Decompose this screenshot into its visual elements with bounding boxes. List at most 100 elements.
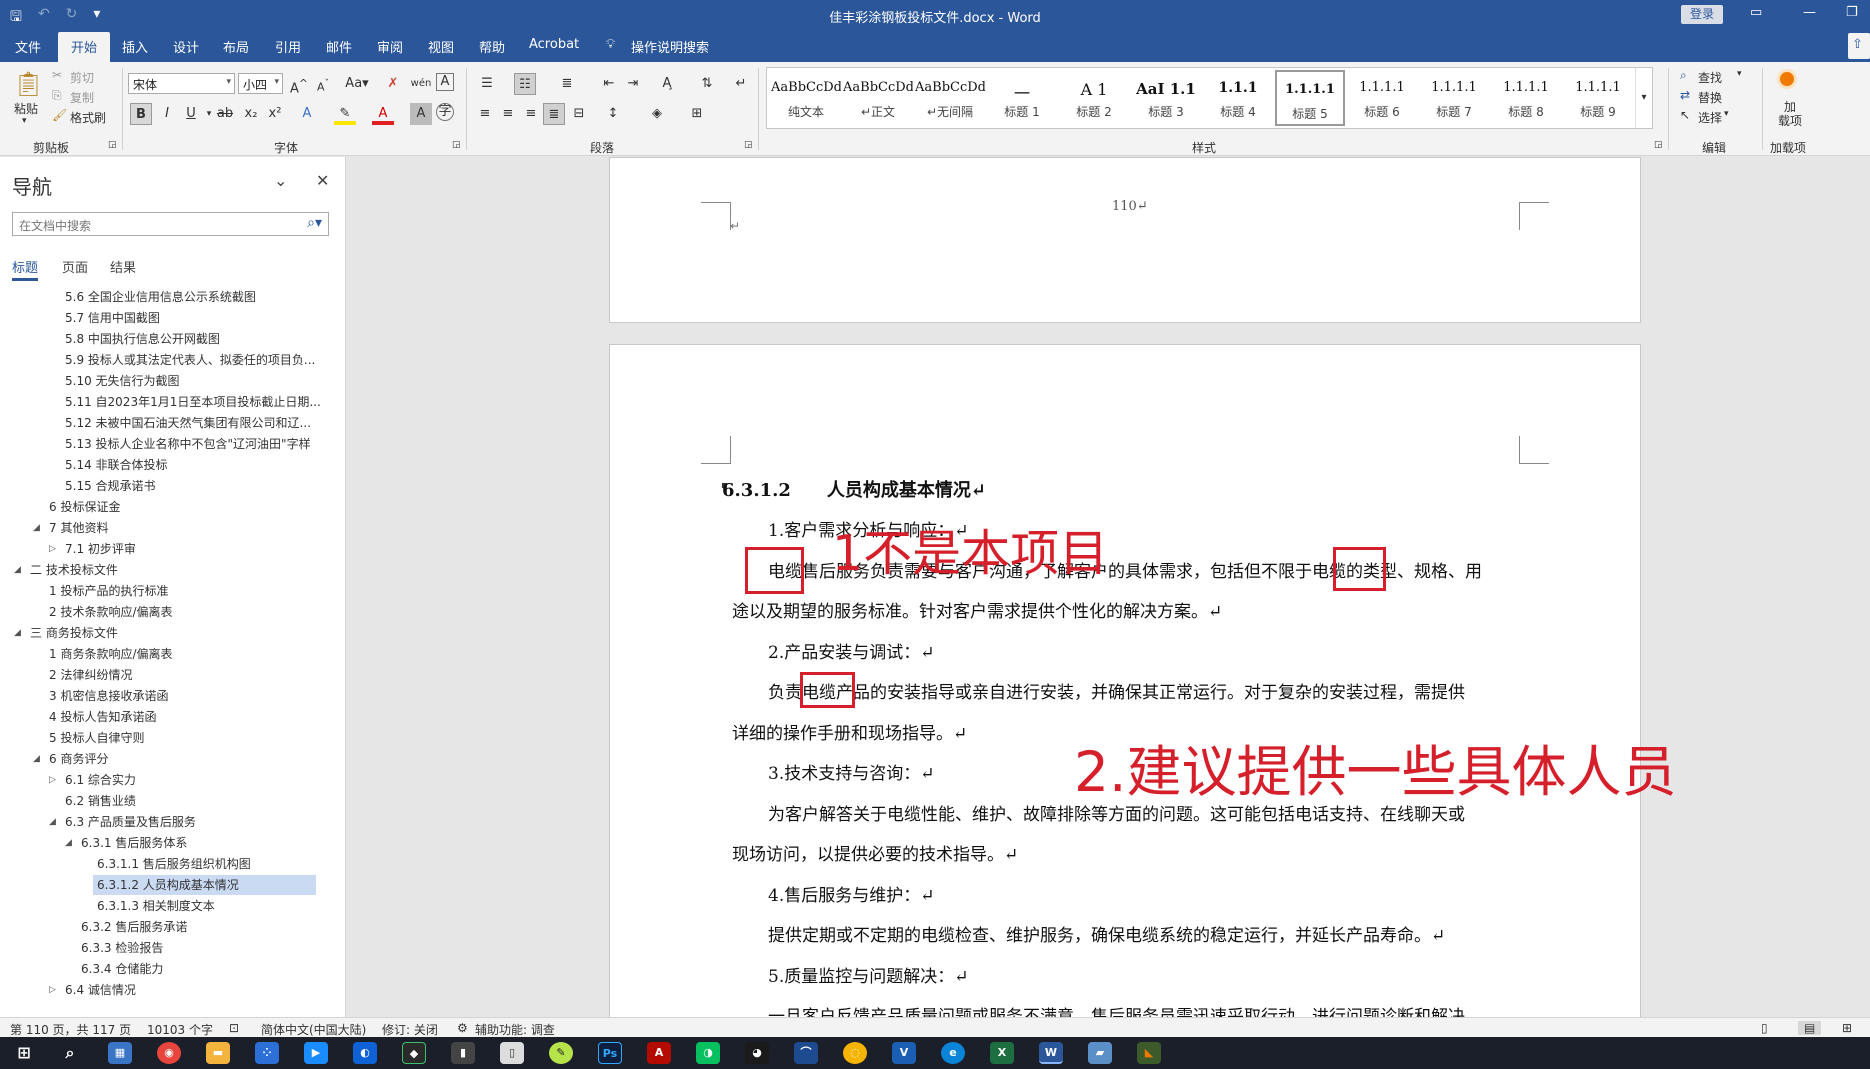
app-icon[interactable]: ◌: [843, 1042, 867, 1064]
nav-heading-item[interactable]: 5.13 投标人企业名称中不包含"辽河油田"字样: [65, 434, 330, 454]
tab-home[interactable]: 开始: [58, 32, 111, 62]
style-item[interactable]: 1.1.1.1 标题 8: [1491, 70, 1561, 126]
document-paragraph[interactable]: 途以及期望的服务标准。针对客户需求提供个性化的解决方案。↵: [732, 597, 1222, 622]
document-paragraph[interactable]: 2.产品安装与调试：↵: [768, 638, 934, 663]
addins-icon[interactable]: [1780, 72, 1794, 86]
status-language[interactable]: 简体中文(中国大陆): [261, 1021, 366, 1038]
app-icon[interactable]: ◣: [1137, 1042, 1161, 1064]
nav-tab-results[interactable]: 结果: [110, 257, 136, 276]
style-item-selected[interactable]: 1.1.1.1 标题 5: [1275, 70, 1345, 126]
nav-heading-item[interactable]: 6.2 销售业绩: [65, 791, 330, 811]
tab-acrobat[interactable]: Acrobat: [529, 37, 579, 52]
font-color-icon[interactable]: A: [372, 103, 394, 125]
print-layout-icon[interactable]: ▤: [1798, 1021, 1822, 1035]
tab-design[interactable]: 设计: [173, 37, 199, 56]
chinese-layout-icon[interactable]: A̧: [656, 73, 678, 95]
enclose-characters-icon[interactable]: 字: [436, 103, 454, 121]
word-icon[interactable]: W: [1039, 1042, 1063, 1064]
nav-heading-item[interactable]: 2 技术条款响应/偏离表: [49, 602, 330, 622]
excel-icon[interactable]: X: [990, 1042, 1014, 1064]
format-painter-icon[interactable]: 🖌︎: [52, 108, 67, 122]
font-size-combo[interactable]: 小四 ▾: [238, 73, 283, 94]
find-button[interactable]: 查找: [1698, 69, 1722, 86]
nav-heading-item[interactable]: 1 商务条款响应/偏离表: [49, 644, 330, 664]
character-shading-icon[interactable]: A: [410, 103, 432, 125]
web-layout-icon[interactable]: ⊞: [1842, 1021, 1852, 1035]
collapse-triangle-icon[interactable]: ◢: [14, 565, 21, 575]
nav-heading-item[interactable]: 5.8 中国执行信息公开网截图: [65, 329, 330, 349]
collapse-triangle-icon[interactable]: ◢: [33, 754, 40, 764]
paste-button[interactable]: 粘贴: [14, 100, 38, 117]
nav-heading-item[interactable]: 6.3.1 售后服务体系: [81, 833, 330, 853]
app-icon[interactable]: ▰: [1088, 1042, 1112, 1064]
chevron-down-icon[interactable]: ▾: [1737, 69, 1742, 79]
highlight-icon[interactable]: ✎: [334, 103, 356, 125]
grow-font-icon[interactable]: A^: [288, 73, 310, 96]
select-button[interactable]: 选择: [1698, 109, 1722, 126]
nav-heading-item[interactable]: 6 投标保证金: [49, 497, 330, 517]
nav-heading-item[interactable]: 5.15 合规承诺书: [65, 476, 330, 496]
collapse-triangle-icon[interactable]: ◢: [33, 523, 40, 533]
style-item[interactable]: AaBbCcDdI 纯文本: [771, 70, 841, 126]
align-left-icon[interactable]: ≡: [474, 103, 496, 125]
proofing-icon[interactable]: ⊡: [229, 1021, 239, 1035]
style-item[interactable]: 1.1.1.1 标题 9: [1563, 70, 1633, 126]
nav-heading-item[interactable]: 1 投标产品的执行标准: [49, 581, 330, 601]
app-icon[interactable]: V: [892, 1042, 916, 1064]
nav-heading-item[interactable]: 6.4 诚信情况: [65, 980, 330, 1000]
style-item[interactable]: 1.1.1 标题 4: [1203, 70, 1273, 126]
nav-heading-item[interactable]: 5.7 信用中国截图: [65, 308, 330, 328]
collapse-triangle-icon[interactable]: ◢: [49, 817, 56, 827]
edge-icon[interactable]: e: [941, 1042, 965, 1064]
collapse-triangle-icon[interactable]: ◢: [14, 628, 21, 638]
chevron-down-icon[interactable]: ⌄: [274, 171, 287, 190]
clipboard-launcher-icon[interactable]: ◲: [108, 140, 117, 150]
style-item[interactable]: 1.1.1.1 标题 6: [1347, 70, 1417, 126]
numbering-icon[interactable]: ☷: [514, 73, 536, 95]
search-icon[interactable]: ⌕: [58, 1042, 82, 1064]
subscript-icon[interactable]: x₂: [240, 103, 262, 125]
document-paragraph[interactable]: 现场访问，以提供必要的技术指导。↵: [732, 840, 1018, 865]
nav-heading-item[interactable]: 三 商务投标文件: [30, 623, 330, 643]
sort-icon[interactable]: ⇅: [696, 73, 718, 95]
tab-help[interactable]: 帮助: [479, 37, 505, 56]
collapse-triangle-icon[interactable]: ◢: [65, 838, 72, 848]
app-icon[interactable]: ⌒: [794, 1042, 818, 1064]
tab-references[interactable]: 引用: [275, 37, 301, 56]
nav-heading-item[interactable]: 6.3.3 检验报告: [81, 938, 330, 958]
text-effects-icon[interactable]: A: [296, 103, 318, 125]
shrink-font-icon[interactable]: Aˇ: [312, 73, 334, 95]
italic-icon[interactable]: I: [156, 103, 178, 125]
document-paragraph[interactable]: 3.技术支持与咨询：↵: [768, 759, 934, 784]
style-item[interactable]: AaI 1.1 标题 3: [1131, 70, 1201, 126]
nav-heading-item[interactable]: 3 机密信息接收承诺函: [49, 686, 330, 706]
format-painter-button[interactable]: 格式刷: [70, 109, 106, 126]
status-accessibility[interactable]: 辅助功能: 调查: [475, 1021, 555, 1038]
folder-icon[interactable]: ▬: [206, 1042, 230, 1064]
change-case-icon[interactable]: Aa▾: [342, 73, 372, 95]
nav-heading-item[interactable]: 6 商务评分: [49, 749, 330, 769]
nav-search-input[interactable]: 在文档中搜索 ⌕▾: [12, 212, 329, 236]
restore-icon[interactable]: ❐: [1846, 5, 1858, 20]
nav-heading-item[interactable]: 5.14 非联合体投标: [65, 455, 330, 475]
ribbon-display-icon[interactable]: ▭: [1750, 5, 1762, 20]
wechat-icon[interactable]: ◑: [696, 1042, 720, 1064]
paragraph-launcher-icon[interactable]: ◲: [744, 140, 753, 150]
strikethrough-icon[interactable]: ab: [214, 103, 236, 125]
nav-heading-item[interactable]: 6.3.4 仓储能力: [81, 959, 330, 979]
tab-layout[interactable]: 布局: [223, 37, 249, 56]
file-icon[interactable]: ▯: [500, 1042, 524, 1064]
styles-more-icon[interactable]: ▾: [1635, 68, 1652, 128]
copy-button[interactable]: 复制: [70, 89, 94, 106]
app-icon[interactable]: ▮: [451, 1042, 475, 1064]
paste-dropdown-icon[interactable]: ▾: [22, 116, 27, 126]
close-icon[interactable]: ✕: [316, 171, 329, 190]
read-mode-icon[interactable]: ▯: [1761, 1021, 1768, 1035]
search-icon[interactable]: ⌕▾: [307, 215, 322, 231]
line-spacing-icon[interactable]: ↕: [602, 103, 624, 125]
document-paragraph[interactable]: 详细的操作手册和现场指导。↵: [732, 719, 967, 744]
tab-file[interactable]: 文件: [15, 37, 41, 56]
document-paragraph[interactable]: 提供定期或不定期的电缆检查、维护服务，确保电缆系统的稳定运行，并延长产品寿命。↵: [768, 921, 1445, 946]
tab-review[interactable]: 审阅: [377, 37, 403, 56]
nav-heading-item[interactable]: 5.9 投标人或其法定代表人、拟委任的项目负...: [65, 350, 330, 370]
